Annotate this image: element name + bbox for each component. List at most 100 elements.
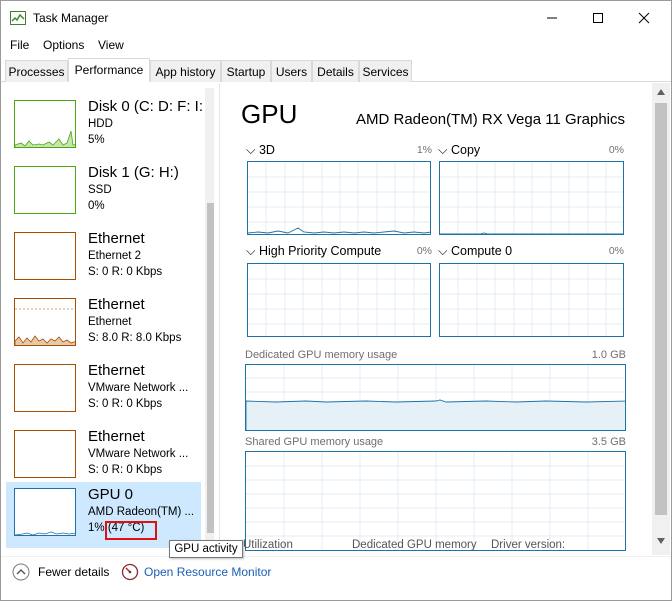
- item-value: 5%: [88, 134, 105, 146]
- engine-label: Compute 0: [450, 244, 513, 258]
- open-resource-monitor-label: Open Resource Monitor: [144, 565, 272, 579]
- vmware2-thumbnail-graph: [14, 430, 76, 478]
- maximize-icon: [593, 13, 603, 23]
- tab-performance[interactable]: Performance: [68, 58, 150, 82]
- item-name: Ethernet: [88, 230, 145, 247]
- chevron-down-icon: ⌵: [438, 143, 448, 157]
- engine-label: High Priority Compute: [258, 244, 382, 258]
- dedicated-memory-stat-label: Dedicated GPU memory: [352, 539, 477, 551]
- item-name: GPU 0: [88, 486, 134, 503]
- vmware1-thumbnail-graph: [14, 364, 76, 412]
- gpu0-thumbnail-graph: [14, 488, 76, 536]
- sidebar-item-ethernet[interactable]: Ethernet Ethernet S: 8.0 R: 8.0 Kbps: [6, 292, 201, 356]
- window-title: Task Manager: [33, 11, 109, 25]
- shared-memory-label: Shared GPU memory usage: [245, 436, 384, 448]
- title-bar: Task Manager: [1, 1, 671, 35]
- performance-panel: Disk 0 (C: D: F: I: HDD 5% Disk 1 (G: H:…: [1, 83, 671, 555]
- dedicated-memory-label: Dedicated GPU memory usage: [245, 349, 398, 361]
- item-sub: Ethernet: [88, 316, 132, 328]
- item-value: S: 0 R: 0 Kbps: [88, 266, 163, 278]
- item-value: S: 0 R: 0 Kbps: [88, 398, 163, 410]
- sidebar-scrollbar-thumb[interactable]: [207, 203, 214, 533]
- item-name: Ethernet: [88, 296, 145, 313]
- item-sub: AMD Radeon(TM) ...: [88, 506, 195, 518]
- task-manager-window: Task Manager File Options View Processes…: [0, 0, 672, 601]
- engine-label: Copy: [450, 143, 481, 157]
- ethernet-thumbnail-graph: [14, 298, 76, 346]
- disk1-thumbnail-graph: [14, 166, 76, 214]
- sidebar-scrollbar[interactable]: [205, 88, 214, 546]
- shared-memory-graph: [245, 451, 626, 551]
- engine-3d-label[interactable]: ⌵ 3D: [246, 143, 275, 158]
- dedicated-memory-max: 1.0 GB: [591, 349, 626, 361]
- sidebar-item-gpu0[interactable]: GPU 0 AMD Radeon(TM) ... 1% (47 °C): [6, 482, 201, 548]
- chevron-down-icon: ⌵: [438, 244, 448, 258]
- engine-compute0-pct: 0%: [608, 245, 624, 257]
- gpu-model: AMD Radeon(TM) RX Vega 11 Graphics: [356, 111, 625, 128]
- scroll-down-icon[interactable]: [657, 538, 665, 544]
- gpu-title: GPU: [241, 99, 298, 129]
- sidebar-item-vmware2[interactable]: Ethernet VMware Network ... S: 0 R: 0 Kb…: [6, 424, 201, 488]
- item-sub: HDD: [88, 118, 113, 130]
- maximize-button[interactable]: [575, 1, 621, 35]
- item-sub: SSD: [88, 184, 112, 196]
- chevron-down-icon: ⌵: [246, 143, 256, 157]
- sidebar-item-disk1[interactable]: Disk 1 (G: H:) SSD 0%: [6, 160, 201, 224]
- ethernet2-thumbnail-graph: [14, 232, 76, 280]
- engine-copy-pct: 0%: [608, 144, 624, 156]
- chevron-down-icon: ⌵: [246, 244, 256, 258]
- close-icon: [638, 12, 650, 24]
- menu-file[interactable]: File: [10, 38, 29, 52]
- sidebar-item-disk0[interactable]: Disk 0 (C: D: F: I: HDD 5%: [6, 94, 204, 158]
- engine-hpc-graph: [247, 263, 431, 337]
- tab-services[interactable]: Services: [359, 60, 412, 82]
- tab-app-history[interactable]: App history: [150, 60, 221, 82]
- engine-copy-graph: [439, 161, 624, 235]
- sidebar-item-ethernet2[interactable]: Ethernet Ethernet 2 S: 0 R: 0 Kbps: [6, 226, 201, 290]
- utilization-label: Utilization: [243, 539, 293, 551]
- engine-compute0-label[interactable]: ⌵ Compute 0: [438, 244, 512, 259]
- item-name: Ethernet: [88, 362, 145, 379]
- menu-view[interactable]: View: [98, 38, 124, 52]
- minimize-button[interactable]: [529, 1, 575, 35]
- tab-processes[interactable]: Processes: [5, 60, 68, 82]
- disk0-thumbnail-graph: [14, 100, 76, 148]
- footer-bar: Fewer details Open Resource Monitor: [1, 556, 671, 600]
- tab-startup[interactable]: Startup: [221, 60, 271, 82]
- close-button[interactable]: [621, 1, 667, 35]
- item-sub: Ethernet 2: [88, 250, 142, 262]
- item-value: S: 8.0 R: 8.0 Kbps: [88, 332, 182, 344]
- engine-3d-graph: [247, 161, 431, 235]
- item-sub: VMware Network ...: [88, 448, 189, 460]
- gpu-detail-pane: GPU AMD Radeon(TM) RX Vega 11 Graphics ⌵…: [219, 83, 671, 555]
- driver-version-label: Driver version:: [491, 539, 566, 551]
- tab-details[interactable]: Details: [312, 60, 359, 82]
- detail-scrollbar-thumb[interactable]: [655, 103, 667, 515]
- tooltip-gpu-activity: GPU activity: [169, 540, 243, 558]
- detail-scrollbar[interactable]: [652, 83, 670, 555]
- temperature-highlight-box: [105, 521, 157, 540]
- chevron-up-icon: [12, 563, 30, 581]
- engine-high-priority-compute-label[interactable]: ⌵ High Priority Compute: [246, 244, 381, 259]
- item-name: Disk 0 (C: D: F: I:: [88, 98, 204, 115]
- menu-bar: File Options View: [1, 36, 671, 56]
- tab-users[interactable]: Users: [271, 60, 312, 82]
- item-name: Ethernet: [88, 428, 145, 445]
- resource-list: Disk 0 (C: D: F: I: HDD 5% Disk 1 (G: H:…: [6, 88, 214, 550]
- gpu-utilization-value: 1%: [88, 522, 105, 534]
- item-name: Disk 1 (G: H:): [88, 164, 179, 181]
- item-sub: VMware Network ...: [88, 382, 189, 394]
- dedicated-memory-graph: [245, 364, 626, 431]
- menu-options[interactable]: Options: [43, 38, 84, 52]
- tab-strip: Processes Performance App history Startu…: [1, 58, 671, 82]
- engine-hpc-pct: 0%: [416, 245, 432, 257]
- shared-memory-max: 3.5 GB: [591, 436, 626, 448]
- engine-3d-pct: 1%: [416, 144, 432, 156]
- scroll-up-icon[interactable]: [657, 89, 665, 95]
- engine-label: 3D: [258, 143, 275, 157]
- item-value: 0%: [88, 200, 105, 212]
- engine-copy-label[interactable]: ⌵ Copy: [438, 143, 480, 158]
- minimize-icon: [547, 17, 557, 19]
- sidebar-item-vmware1[interactable]: Ethernet VMware Network ... S: 0 R: 0 Kb…: [6, 358, 201, 422]
- task-manager-icon: [10, 11, 26, 25]
